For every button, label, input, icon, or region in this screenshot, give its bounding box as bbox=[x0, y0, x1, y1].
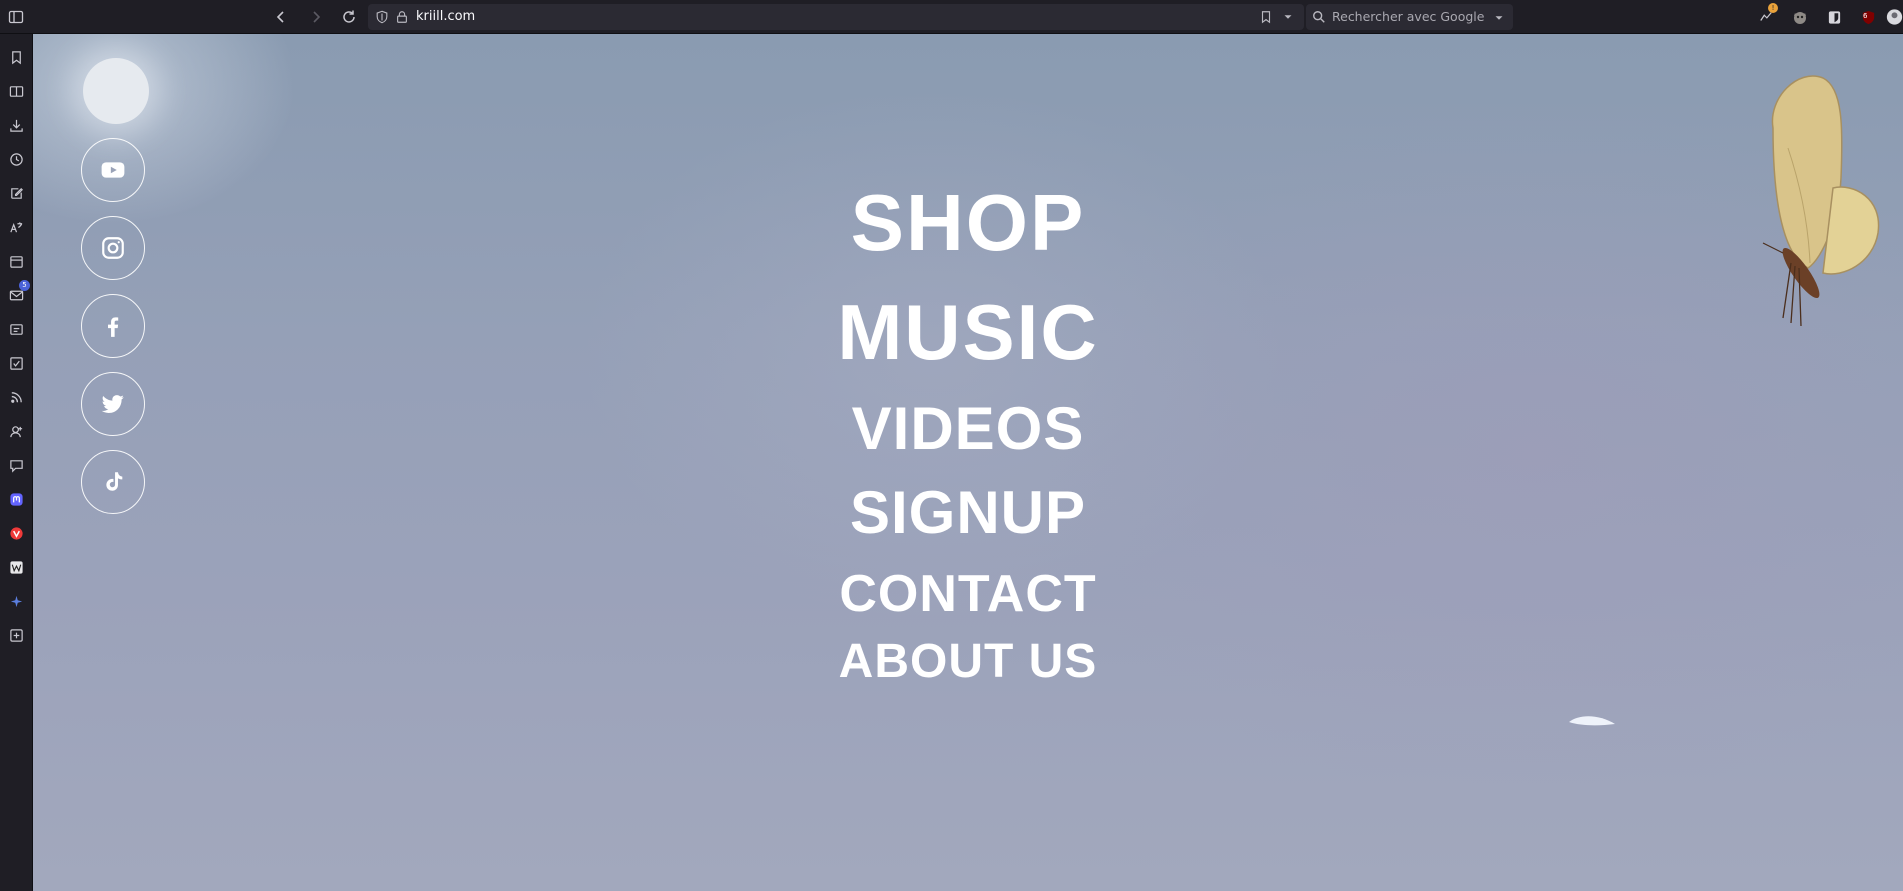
menu-item-music-row: MUSIC bbox=[33, 287, 1903, 378]
search-placeholder: Rechercher avec Google bbox=[1332, 9, 1485, 24]
add-panel-icon[interactable] bbox=[6, 625, 26, 645]
notes-icon[interactable] bbox=[6, 183, 26, 203]
notification-badge: ! bbox=[1768, 3, 1778, 13]
ublock-badge: 6 bbox=[1863, 12, 1868, 20]
address-bar[interactable]: kriill.com bbox=[368, 4, 1304, 30]
history-icon[interactable] bbox=[6, 149, 26, 169]
wikipedia-icon[interactable] bbox=[6, 557, 26, 577]
menu-item-contact-row: CONTACT bbox=[33, 564, 1903, 624]
reading-list-icon[interactable] bbox=[6, 81, 26, 101]
search-engine-dropdown-icon[interactable] bbox=[1492, 10, 1506, 24]
cat-extension-icon[interactable] bbox=[1790, 7, 1810, 27]
mail-icon[interactable]: 5 bbox=[6, 280, 30, 305]
downloads-icon[interactable] bbox=[6, 115, 26, 135]
user-icon[interactable] bbox=[6, 421, 26, 441]
menu-item-about-row: ABOUT US bbox=[33, 634, 1903, 689]
tracking-shield-icon[interactable] bbox=[374, 9, 390, 25]
menu-item-about[interactable]: ABOUT US bbox=[839, 634, 1098, 689]
contacts-icon[interactable] bbox=[6, 319, 26, 339]
url-text[interactable]: kriill.com bbox=[416, 9, 475, 24]
sparkle-icon[interactable] bbox=[6, 591, 26, 611]
calendar-icon[interactable] bbox=[6, 251, 26, 271]
back-button[interactable] bbox=[269, 5, 293, 29]
butterfly-illustration bbox=[1762, 75, 1880, 327]
translate-icon[interactable] bbox=[6, 217, 26, 237]
bitwarden-icon[interactable] bbox=[1824, 7, 1844, 27]
page-content: SHOP MUSIC VIDEOS SIGNUP CONTACT ABOUT U… bbox=[33, 34, 1903, 891]
menu-item-shop-row: SHOP bbox=[33, 177, 1903, 269]
lock-icon[interactable] bbox=[394, 9, 410, 25]
menu-item-videos-row: VIDEOS bbox=[33, 394, 1903, 463]
ublock-icon[interactable]: 6 bbox=[1858, 7, 1878, 27]
feather-illustration bbox=[1569, 716, 1615, 726]
feeds-icon[interactable] bbox=[6, 387, 26, 407]
menu-item-shop[interactable]: SHOP bbox=[851, 177, 1086, 269]
chat-icon[interactable] bbox=[6, 455, 26, 475]
menu-item-signup[interactable]: SIGNUP bbox=[850, 478, 1086, 547]
browser-toolbar: kriill.com Rechercher avec Google ! 6 bbox=[0, 0, 1903, 34]
logo-circle[interactable] bbox=[83, 58, 149, 124]
browser-sidebar: 5 bbox=[0, 34, 33, 891]
menu-item-music[interactable]: MUSIC bbox=[837, 287, 1098, 378]
forward-button[interactable] bbox=[304, 5, 328, 29]
bookmarks-icon[interactable] bbox=[6, 47, 26, 67]
url-dropdown-icon[interactable] bbox=[1280, 9, 1296, 25]
mastodon-icon[interactable] bbox=[6, 489, 26, 509]
menu-item-signup-row: SIGNUP bbox=[33, 478, 1903, 547]
menu-item-contact[interactable]: CONTACT bbox=[839, 564, 1096, 624]
notifications-icon[interactable]: ! bbox=[1756, 3, 1778, 27]
mail-badge: 5 bbox=[19, 280, 30, 291]
profile-avatar[interactable] bbox=[1886, 7, 1903, 27]
search-bar[interactable]: Rechercher avec Google bbox=[1306, 4, 1513, 30]
reload-button[interactable] bbox=[337, 5, 361, 29]
tasks-icon[interactable] bbox=[6, 353, 26, 373]
vivaldi-icon[interactable] bbox=[6, 523, 26, 543]
sidebar-toggle-icon[interactable] bbox=[4, 5, 28, 29]
bookmark-star-icon[interactable] bbox=[1258, 9, 1274, 25]
menu-item-videos[interactable]: VIDEOS bbox=[852, 394, 1085, 463]
search-icon bbox=[1312, 9, 1328, 25]
